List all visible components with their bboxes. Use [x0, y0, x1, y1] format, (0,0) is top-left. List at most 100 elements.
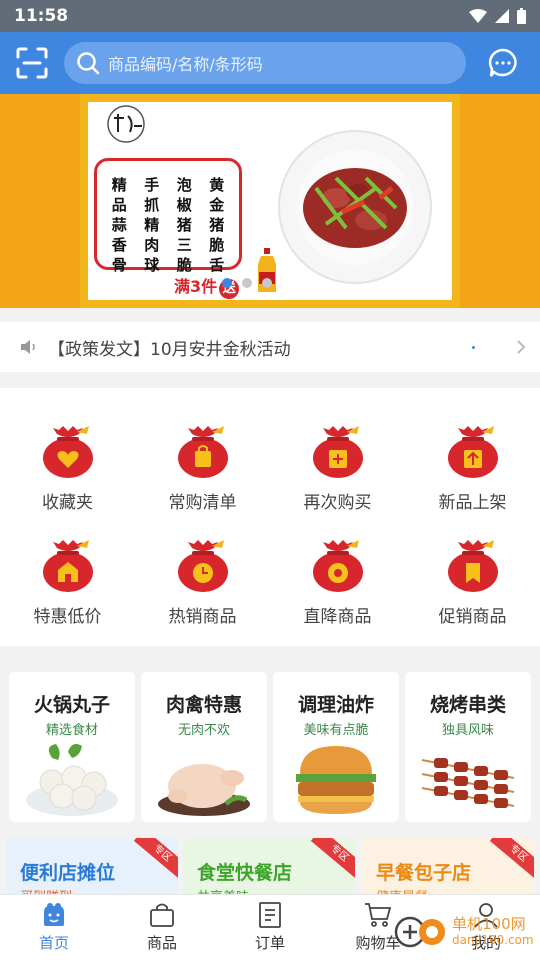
clock-icon	[177, 540, 228, 592]
shortcut-price-drops[interactable]: 直降商品	[270, 538, 405, 652]
speaker-icon	[21, 340, 35, 354]
skewers-image	[418, 738, 518, 820]
nav-orders[interactable]: 订单	[216, 895, 324, 960]
watermark-text: 单机100网 danji100.com	[452, 916, 534, 948]
menu-char: 三	[176, 236, 192, 254]
category-card-hotpot[interactable]: 火锅丸子 精选食材	[9, 672, 135, 822]
watermark-line2: danji100.com	[452, 933, 534, 947]
zone-breakfast[interactable]: 早餐包子店 健康早餐 专区	[362, 838, 534, 894]
top-bar: 商品编码/名称/条形码	[0, 32, 540, 94]
menu-column: 泡 椒 猪 三 脆	[168, 175, 201, 275]
menu-char: 精	[111, 176, 127, 194]
notice-bar[interactable]: 【政策发文】10月安井金秋活动	[0, 322, 540, 372]
notice-text: 【政策发文】10月安井金秋活动	[48, 339, 291, 360]
cart-icon	[365, 903, 392, 927]
zone-subtitle: 买到赚到	[20, 886, 72, 894]
meatballs-image	[26, 744, 118, 816]
app-screen: 11:58 商品编码/名称/条形码 精 品 蒜 香 骨 手 抓 精 肉 球 泡 …	[0, 0, 540, 960]
category-subtitle: 独具风味	[441, 723, 494, 738]
menu-char: 舌	[209, 256, 225, 274]
nav-home[interactable]: 首页	[0, 895, 108, 960]
watermark: 单机100网 danji100.com	[392, 912, 534, 952]
status-time: 11:58	[14, 6, 69, 26]
shortcut-hot-sellers[interactable]: 热销商品	[135, 538, 270, 652]
menu-char: 手	[144, 176, 160, 194]
category-subtitle: 无肉不欢	[177, 723, 230, 738]
shortcut-frequent-list[interactable]: 常购清单	[135, 424, 270, 538]
watermark-line1: 单机100网	[452, 915, 526, 933]
shortcut-label: 直降商品	[303, 607, 372, 627]
nav-label: 商品	[146, 934, 177, 952]
carousel-dot[interactable]	[222, 278, 232, 288]
carousel-indicator	[222, 278, 272, 288]
shortcut-special-offers[interactable]: 特惠低价	[0, 538, 135, 652]
signal-icon	[495, 9, 509, 23]
battery-icon	[517, 8, 526, 24]
menu-char: 肉	[144, 236, 160, 254]
menu-column: 精 品 蒜 香 骨	[103, 175, 136, 275]
promo-text: 满3件	[174, 277, 218, 296]
plus-box-icon	[312, 426, 363, 478]
gear-icon	[312, 540, 363, 592]
brand-logo-icon	[107, 105, 145, 143]
scan-button[interactable]	[0, 32, 64, 94]
zone-subtitle: 共享美味	[197, 886, 249, 894]
notice-marker	[472, 346, 475, 349]
shortcut-label: 特惠低价	[33, 607, 102, 627]
shortcut-label: 常购清单	[168, 493, 237, 513]
document-icon	[259, 902, 281, 928]
category-title: 调理油炸	[297, 694, 374, 716]
message-button[interactable]	[466, 32, 540, 94]
chat-bubble-icon	[488, 48, 517, 77]
search-placeholder: 商品编码/名称/条形码	[108, 55, 263, 74]
zone-tag: 专区	[133, 838, 178, 880]
home-face-icon	[44, 903, 64, 926]
category-card-poultry[interactable]: 肉禽特惠 无肉不欢	[141, 672, 267, 822]
zone-tag: 专区	[310, 838, 355, 880]
zone-canteen[interactable]: 食堂快餐店 共享美味 专区	[183, 838, 355, 894]
category-card-bbq[interactable]: 烧烤串类 独具风味	[405, 672, 531, 822]
menu-char: 球	[144, 256, 160, 274]
category-title: 烧烤串类	[429, 694, 506, 716]
menu-board: 精 品 蒜 香 骨 手 抓 精 肉 球 泡 椒 猪 三 脆 黄 金 猪 脆 舌	[94, 158, 242, 274]
search-icon	[77, 52, 100, 75]
menu-char: 泡	[176, 176, 192, 194]
carousel-dot[interactable]	[242, 278, 252, 288]
menu-char: 脆	[176, 256, 192, 274]
search-input[interactable]: 商品编码/名称/条形码	[64, 42, 466, 84]
watermark-logo-icon	[394, 916, 445, 948]
chevron-right-icon	[517, 340, 526, 354]
zone-tag: 专区	[489, 838, 534, 880]
carousel-dot[interactable]	[262, 278, 272, 288]
category-cards: 火锅丸子 精选食材 肉禽特惠 无肉不欢 调理油炸 美味有点脆 烧烤串类 独具风味	[0, 660, 540, 828]
zone-title: 便利店摊位	[20, 862, 116, 884]
category-title: 火锅丸子	[33, 694, 110, 716]
bookmark-icon	[447, 540, 498, 592]
menu-char: 脆	[209, 236, 225, 254]
nav-products[interactable]: 商品	[108, 895, 216, 960]
scan-icon	[16, 47, 48, 79]
shortcut-label: 收藏夹	[42, 493, 93, 513]
menu-column: 黄 金 猪 脆 舌	[201, 175, 234, 275]
upload-icon	[447, 426, 498, 478]
menu-char: 蒜	[111, 216, 127, 234]
system-icons	[469, 8, 526, 24]
nav-label: 首页	[38, 934, 69, 952]
shortcut-grid: 收藏夹 常购清单 再次购买 新品上架 特惠低价 热销商品 直降商品 促销商品	[0, 388, 540, 646]
status-bar: 11:58	[0, 0, 540, 32]
category-title: 肉禽特惠	[165, 694, 242, 716]
shortcut-promotions[interactable]: 促销商品	[405, 538, 540, 652]
menu-char: 猪	[176, 216, 192, 234]
shortcut-new-arrivals[interactable]: 新品上架	[405, 424, 540, 538]
category-card-fried[interactable]: 调理油炸 美味有点脆	[273, 672, 399, 822]
heart-icon	[42, 426, 93, 478]
category-subtitle: 美味有点脆	[303, 723, 369, 738]
menu-column: 手 抓 精 肉 球	[136, 175, 169, 275]
shortcut-favorites[interactable]: 收藏夹	[0, 424, 135, 538]
shortcut-buy-again[interactable]: 再次购买	[270, 424, 405, 538]
menu-char: 香	[111, 236, 127, 254]
shortcut-label: 促销商品	[438, 607, 507, 627]
zone-title: 食堂快餐店	[197, 862, 293, 884]
zone-convenience-store[interactable]: 便利店摊位 买到赚到 专区	[6, 838, 178, 894]
shortcut-label: 热销商品	[168, 607, 237, 627]
